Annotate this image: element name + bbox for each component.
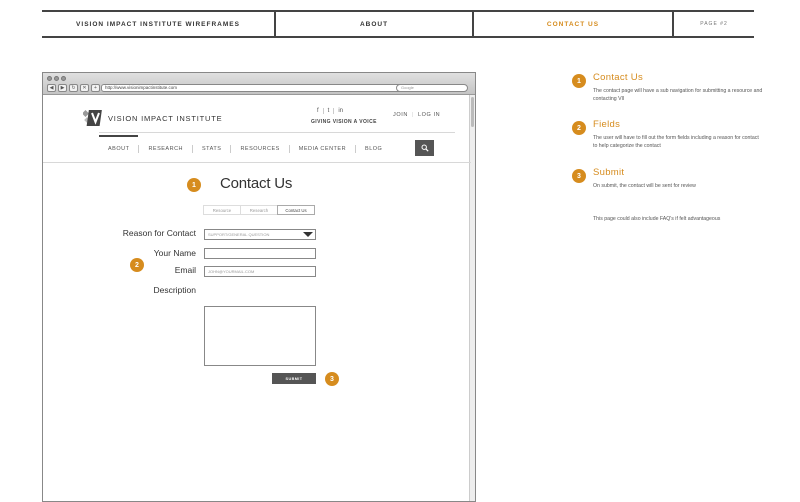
note-badge-1: 1 [572, 74, 586, 88]
site-tagline: GIVING VISION A VOICE [311, 119, 377, 125]
reason-select[interactable]: SUPPORT/GENERAL QUESTION [204, 229, 316, 240]
note-body-1: The contact page will have a sub navigat… [593, 88, 763, 102]
note-title-3: Submit [593, 167, 625, 178]
description-label: Description [153, 285, 196, 295]
note-body-3: On submit, the contact will be sent for … [593, 183, 696, 189]
nav-about[interactable]: ABOUT [99, 135, 140, 153]
reason-select-value: SUPPORT/GENERAL QUESTION [208, 232, 270, 237]
note-body-2: The user will have to fill out the form … [593, 135, 759, 149]
search-icon [421, 144, 429, 152]
logo-text: VISION IMPACT INSTITUTE [108, 113, 223, 123]
vii-logo-icon [81, 109, 103, 127]
vertical-scrollbar[interactable] [469, 95, 475, 501]
project-title: VISION IMPACT INSTITUTE WIREFRAMES [42, 12, 276, 36]
stop-icon[interactable]: ✕ [80, 84, 89, 92]
address-bar[interactable]: http://www.visionimpactinstitute.com [101, 84, 435, 92]
annotation-badge-3: 3 [325, 372, 339, 386]
wireframe-header: VISION IMPACT INSTITUTE WIREFRAMES ABOUT… [42, 10, 754, 38]
site-logo[interactable]: VISION IMPACT INSTITUTE [81, 109, 223, 127]
note-title-1: Contact Us [593, 72, 643, 83]
nav-divider-bottom [43, 162, 471, 163]
browser-window: ◀ ▶ ↻ ✕ + http://www.visionimpactinstitu… [42, 72, 476, 502]
description-textarea[interactable] [204, 306, 316, 366]
subtab-resource[interactable]: Resource [203, 205, 241, 215]
note-title-2: Fields [593, 119, 621, 130]
twitter-icon[interactable]: t [328, 108, 335, 114]
nav-media-center[interactable]: MEDIA CENTER [290, 145, 357, 153]
minimize-window-icon[interactable] [54, 76, 59, 81]
chevron-down-icon [303, 232, 313, 237]
nav-divider-top [99, 132, 455, 133]
note-badge-2: 2 [572, 121, 586, 135]
account-links: JOIN | LOG IN [393, 112, 440, 118]
section-contact[interactable]: CONTACT US [474, 12, 674, 36]
zoom-window-icon[interactable] [61, 76, 66, 81]
submit-button[interactable]: SUBMIT [272, 373, 316, 384]
page-number: PAGE #2 [700, 21, 728, 27]
back-icon[interactable]: ◀ [47, 84, 56, 92]
name-label: Your Name [153, 248, 196, 258]
forward-icon[interactable]: ▶ [58, 84, 67, 92]
web-page: VISION IMPACT INSTITUTE f t in GIVING VI… [43, 95, 471, 501]
close-window-icon[interactable] [47, 76, 52, 81]
add-tab-icon[interactable]: + [91, 84, 100, 92]
subtab-research[interactable]: Research [240, 205, 278, 215]
note-badge-3: 3 [572, 169, 586, 183]
name-input[interactable] [204, 248, 316, 259]
nav-blog[interactable]: BLOG [356, 145, 391, 153]
page-title: Contact Us [220, 175, 293, 192]
login-link[interactable]: LOG IN [418, 112, 440, 118]
email-input[interactable]: JOHN@YOURMAIL.COM [204, 266, 316, 277]
site-search-button[interactable] [415, 140, 434, 156]
join-link[interactable]: JOIN [393, 112, 408, 118]
nav-stats[interactable]: STATS [193, 145, 232, 153]
window-controls [47, 76, 66, 81]
contact-subnav: Resource Research Contact Us [203, 205, 315, 215]
browser-search-input[interactable]: Google [396, 84, 468, 92]
reload-icon[interactable]: ↻ [69, 84, 78, 92]
account-separator: | [411, 112, 414, 118]
extra-note: This page could also include FAQ's if fe… [593, 216, 721, 222]
email-label: Email [174, 265, 196, 275]
subtab-contact-us[interactable]: Contact Us [277, 205, 315, 215]
nav-resources[interactable]: RESOURCES [231, 145, 290, 153]
social-links: f t in [317, 108, 347, 114]
scrollbar-thumb[interactable] [471, 97, 474, 127]
section-about[interactable]: ABOUT [276, 12, 474, 36]
facebook-icon[interactable]: f [317, 108, 324, 114]
nav-research[interactable]: RESEARCH [139, 145, 194, 153]
reason-label: Reason for Contact [122, 228, 196, 238]
annotation-badge-1: 1 [187, 178, 201, 192]
browser-toolbar: ◀ ▶ ↻ ✕ + http://www.visionimpactinstitu… [43, 73, 475, 95]
main-nav: ABOUT RESEARCH STATS RESOURCES MEDIA CEN… [99, 135, 391, 160]
linkedin-icon[interactable]: in [338, 108, 347, 114]
